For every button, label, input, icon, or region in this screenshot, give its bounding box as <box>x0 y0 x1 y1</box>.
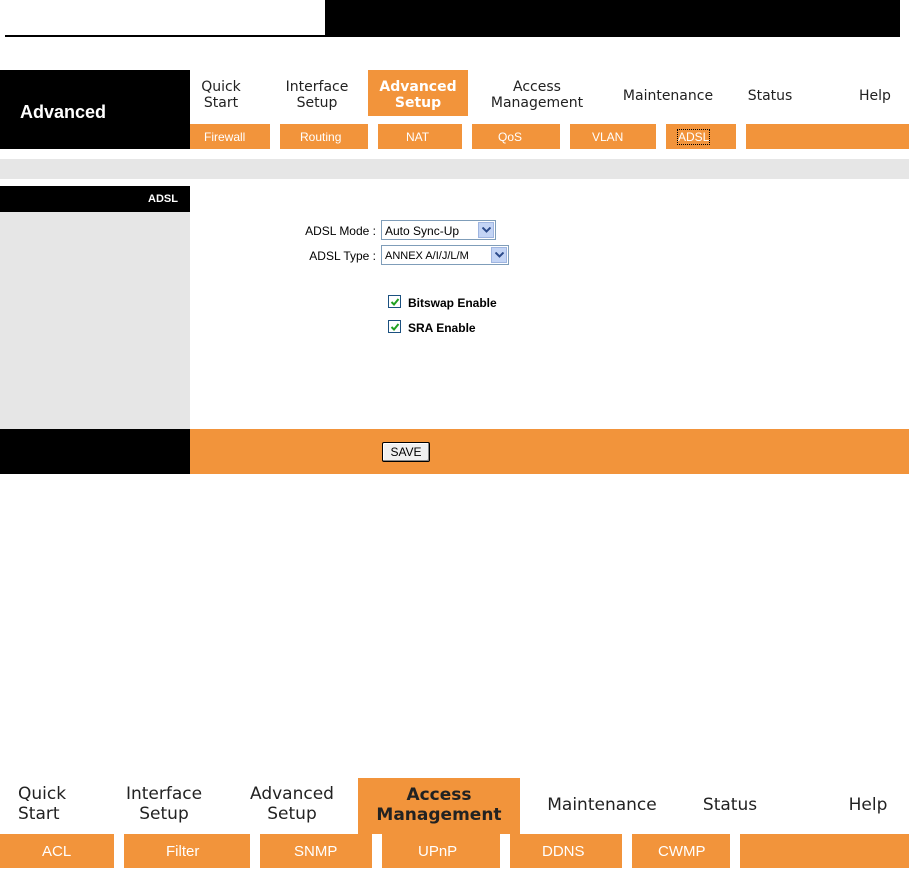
sidebar-panel <box>0 212 190 429</box>
save-button[interactable]: SAVE <box>382 442 430 462</box>
nav2-status[interactable]: Status <box>690 795 770 815</box>
subnav-separator <box>270 124 280 149</box>
nav-advanced-setup-line2: Setup <box>394 95 442 111</box>
nav-access-management-line1: Access <box>513 79 561 95</box>
nav-interface-setup-line1: Interface <box>285 79 349 95</box>
chevron-down-icon <box>478 222 494 238</box>
header-edge <box>900 0 903 37</box>
nav-interface-setup[interactable]: Interface Setup <box>276 79 358 111</box>
bitswap-label: Bitswap Enable <box>408 296 497 310</box>
subnav-separator <box>736 124 746 149</box>
nav-help[interactable]: Help <box>850 88 900 104</box>
subnav2-separator <box>730 834 740 868</box>
section-title: Advanced <box>20 102 107 122</box>
subnav-routing[interactable]: Routing <box>300 130 341 144</box>
nav-quick-start-line1: Quick <box>201 79 241 95</box>
nav2-maintenance[interactable]: Maintenance <box>532 795 672 815</box>
checkmark-icon <box>390 298 400 306</box>
subnav-nat[interactable]: NAT <box>406 130 429 144</box>
nav2-quick-start-line2: Start <box>18 804 60 824</box>
subnav-separator <box>560 124 570 149</box>
adsl-mode-select[interactable]: Auto Sync-Up <box>381 220 496 240</box>
sidebar-heading: ADSL <box>0 186 190 212</box>
adsl-type-select[interactable]: ANNEX A/I/J/L/M <box>381 245 509 265</box>
nav2-access-management[interactable]: Access Management <box>358 778 520 834</box>
subnav2-separator <box>372 834 382 868</box>
adsl-mode-label: ADSL Mode : <box>305 224 376 238</box>
nav2-interface-setup-line1: Interface <box>125 784 203 804</box>
nav2-interface-setup-line2: Setup <box>139 804 189 824</box>
subnav-firewall[interactable]: Firewall <box>204 130 245 144</box>
header-banner <box>325 0 903 37</box>
subnav2-separator <box>114 834 124 868</box>
subnav-separator <box>656 124 666 149</box>
header-rule <box>5 35 325 37</box>
sra-checkbox[interactable] <box>388 320 401 333</box>
subnav-separator <box>462 124 472 149</box>
subnav2-filter[interactable]: Filter <box>166 843 199 860</box>
nav-access-management[interactable]: Access Management <box>478 79 596 111</box>
subnav-adsl[interactable]: ADSL <box>676 129 711 145</box>
subnav2-ddns[interactable]: DDNS <box>542 843 585 860</box>
nav2-interface-setup[interactable]: Interface Setup <box>112 784 216 824</box>
adsl-type-label: ADSL Type : <box>309 249 376 263</box>
nav2-help[interactable]: Help <box>840 795 896 815</box>
section-title-box: Advanced <box>0 70 190 149</box>
nav2-access-management-line1: Access <box>406 785 472 805</box>
nav-interface-setup-line2: Setup <box>296 95 338 111</box>
nav2-status-label: Status <box>702 795 758 815</box>
subnav2-separator <box>622 834 632 868</box>
subnav2-acl[interactable]: ACL <box>42 843 71 860</box>
nav2-help-label: Help <box>848 795 888 815</box>
sra-label: SRA Enable <box>408 321 476 335</box>
nav2-quick-start-line1: Quick <box>18 784 67 804</box>
subnav-qos[interactable]: QoS <box>498 130 522 144</box>
nav-advanced-setup-line1: Advanced <box>379 79 457 95</box>
adsl-mode-value: Auto Sync-Up <box>385 224 460 238</box>
subnav2-separator <box>500 834 510 868</box>
footer-left <box>0 429 190 474</box>
adsl-type-value: ANNEX A/I/J/L/M <box>385 250 469 262</box>
subnav2-cwmp[interactable]: CWMP <box>658 843 706 860</box>
checkmark-icon <box>390 323 400 331</box>
subnav2-snmp[interactable]: SNMP <box>294 843 337 860</box>
nav-quick-start[interactable]: Quick Start <box>196 79 246 111</box>
subnav-bar <box>190 124 909 149</box>
nav-advanced-setup[interactable]: Advanced Setup <box>368 70 468 116</box>
nav-quick-start-line2: Start <box>203 95 239 111</box>
subnav2-upnp[interactable]: UPnP <box>418 843 457 860</box>
footer-bar <box>190 429 909 474</box>
sidebar-heading-label: ADSL <box>148 193 178 205</box>
bitswap-checkbox[interactable] <box>388 295 401 308</box>
nav-access-management-line2: Management <box>490 95 584 111</box>
nav2-advanced-setup[interactable]: Advanced Setup <box>236 784 348 824</box>
subnav-separator <box>368 124 378 149</box>
nav2-access-management-line2: Management <box>376 805 502 825</box>
nav2-advanced-setup-line2: Setup <box>267 804 317 824</box>
chevron-down-icon <box>491 247 507 263</box>
subnav2-separator <box>250 834 260 868</box>
nav-maintenance-label: Maintenance <box>622 88 714 104</box>
nav-status[interactable]: Status <box>738 88 802 104</box>
subnav-vlan[interactable]: VLAN <box>592 130 623 144</box>
nav-help-label: Help <box>859 88 891 104</box>
nav-maintenance[interactable]: Maintenance <box>610 88 726 104</box>
nav2-quick-start[interactable]: Quick Start <box>18 784 88 824</box>
nav2-advanced-setup-line1: Advanced <box>250 784 334 804</box>
nav2-maintenance-label: Maintenance <box>547 795 657 815</box>
content-top-strip <box>0 159 909 179</box>
nav-status-label: Status <box>747 88 793 104</box>
